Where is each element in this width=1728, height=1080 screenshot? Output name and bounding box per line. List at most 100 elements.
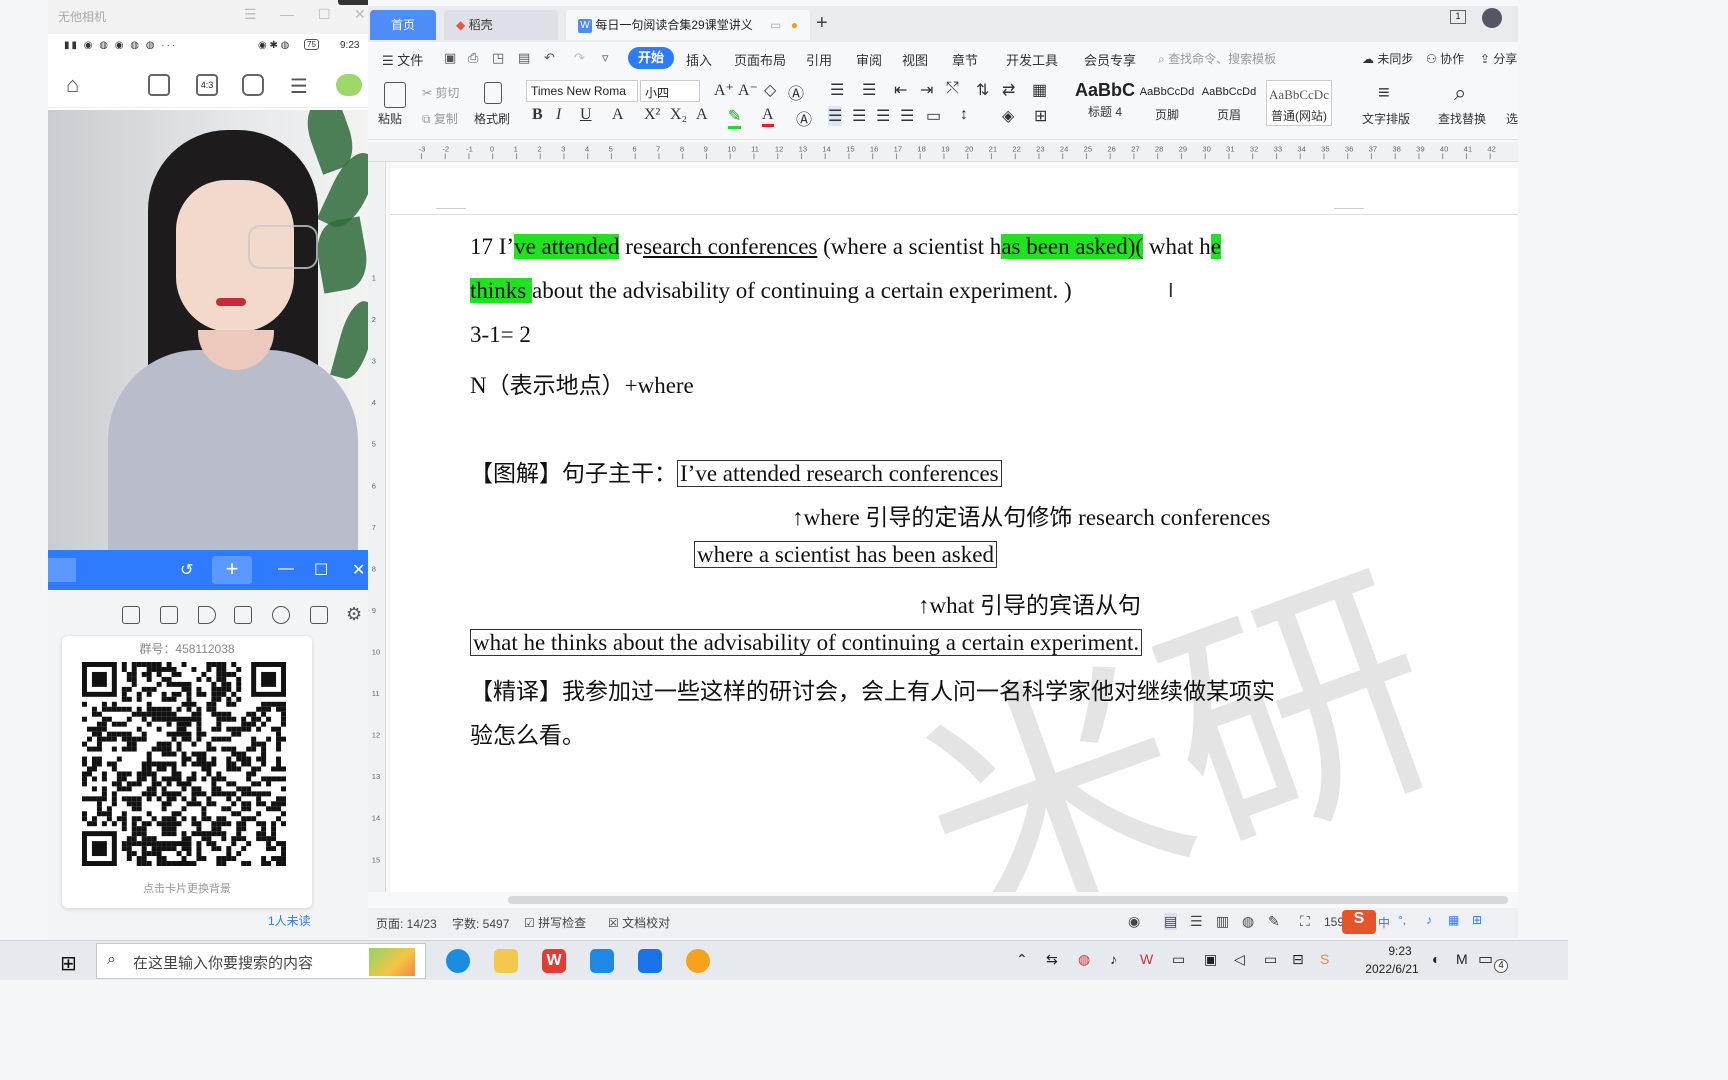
clock-date[interactable]: 2022/6/21 — [1352, 962, 1432, 976]
underline-button[interactable]: U — [580, 106, 592, 124]
menu-devtools[interactable]: 开发工具 — [1006, 50, 1058, 69]
app-orange-icon[interactable] — [686, 949, 710, 973]
group-qr-card[interactable]: 群号：458112038 点击卡片更换背景 — [62, 636, 312, 908]
chinese-layout-icon[interactable]: ⤲ — [946, 80, 959, 98]
quick-export-icon[interactable]: ▤ — [518, 50, 530, 66]
ratio-icon[interactable]: 4:3 — [196, 74, 218, 96]
write-view-icon[interactable]: ✎ — [1268, 913, 1280, 930]
align-right-icon[interactable]: ☰ — [876, 106, 890, 126]
wps-icon[interactable]: W — [542, 949, 566, 973]
style-header[interactable]: AaBbCcDd 页眉 — [1198, 80, 1260, 126]
tray-icon[interactable]: ◐ — [1432, 951, 1440, 967]
speaker-icon[interactable] — [198, 606, 216, 624]
quick-save-icon[interactable]: ▣ — [444, 50, 456, 66]
menu-view[interactable]: 视图 — [902, 50, 928, 69]
beauty-icon[interactable] — [148, 74, 170, 96]
app-arrow-icon[interactable] — [638, 949, 662, 973]
camera-titlebar[interactable]: 无他相机 ☰ — ☐ ✕ — [48, 0, 368, 34]
paste-label[interactable]: 粘贴 — [378, 110, 402, 127]
document-page[interactable]: 米研 17 I’ve attended research conferences… — [390, 168, 1518, 892]
paste-icon[interactable] — [384, 82, 406, 108]
menu-layout[interactable]: 页面布局 — [734, 50, 786, 69]
menu-start[interactable]: 开始 — [628, 47, 675, 69]
quick-print-icon[interactable]: ⎙ — [468, 50, 478, 66]
text-layout-icon[interactable]: ≡ — [1378, 82, 1390, 105]
ime-punct-icon[interactable]: °, — [1398, 913, 1406, 927]
monitor-icon[interactable]: ▭ — [770, 18, 781, 32]
table-icon[interactable]: ▦ — [1032, 80, 1047, 100]
borders-icon[interactable]: ⊞ — [1034, 106, 1047, 126]
sogou-tray-icon[interactable]: S — [1320, 951, 1329, 967]
ime-grid-icon[interactable]: ⊞ — [1472, 913, 1482, 927]
bullet-list-icon[interactable]: ☰ — [830, 80, 844, 100]
char-border-button[interactable]: Ⓐ — [796, 106, 812, 130]
tray-icon[interactable]: ⊟ — [1292, 951, 1304, 968]
header-tab[interactable] — [48, 558, 76, 582]
list-search-icon[interactable] — [310, 606, 328, 624]
align-center-icon[interactable]: ☰ — [852, 106, 866, 126]
sort-icon[interactable]: ⇅ — [976, 80, 989, 100]
subscript-button[interactable]: X₂ — [670, 106, 687, 124]
outline-view-icon[interactable]: ☰ — [1190, 913, 1203, 930]
font-family-select[interactable]: Times New Roma — [526, 80, 638, 102]
checkbox-icon[interactable] — [160, 606, 178, 624]
tray-icon[interactable]: ▣ — [1204, 951, 1217, 968]
settings-icon[interactable]: ⚙ — [346, 604, 362, 625]
proofread-button[interactable]: ☒ 文档校对 — [608, 914, 670, 931]
notification-icon[interactable]: ▭ — [1478, 949, 1493, 969]
network-icon[interactable]: ▭ — [1264, 951, 1277, 968]
italic-button[interactable]: I — [556, 106, 561, 124]
close-button[interactable]: ✕ — [354, 6, 366, 23]
home-icon[interactable]: ⌂ — [66, 72, 79, 98]
increase-indent-icon[interactable]: ⇥ — [920, 80, 933, 100]
taskbar-search[interactable]: ⌕ 在这里输入你要搜索的内容 — [96, 943, 426, 979]
history-icon[interactable]: ↺ — [180, 560, 193, 580]
battery-icon[interactable]: ▭ — [1172, 951, 1185, 968]
style-heading4[interactable]: AaBbC 标题 4 — [1074, 80, 1136, 126]
page-indicator[interactable]: 页面: 14/23 — [376, 915, 437, 932]
command-search[interactable]: ⌕ 查找命令、搜索模板 — [1158, 50, 1276, 67]
read-view-icon[interactable]: ▥ — [1216, 913, 1229, 930]
more-icon[interactable]: ▿ — [602, 50, 609, 66]
shrink-font-button[interactable]: A⁻ — [738, 80, 758, 100]
menu-reference[interactable]: 引用 — [806, 50, 832, 69]
maximize-button[interactable]: ☐ — [318, 6, 331, 23]
highlight-button[interactable]: ✎ — [728, 106, 742, 129]
pinyin-icon[interactable]: Ⓐ — [788, 80, 804, 104]
menu-member[interactable]: 会员专享 — [1084, 50, 1136, 69]
add-button[interactable]: + — [212, 556, 252, 584]
menu-review[interactable]: 审阅 — [856, 50, 882, 69]
font-size-select[interactable]: 小四 — [640, 80, 700, 102]
ime-logo-icon[interactable]: S — [1342, 910, 1376, 934]
fit-page-icon[interactable]: ⛶ — [1300, 913, 1310, 930]
ime-keyboard-icon[interactable]: ▦ — [1448, 913, 1459, 927]
shading-icon[interactable]: ◈ — [1002, 106, 1014, 126]
tab-home[interactable]: 首页 — [370, 10, 436, 40]
find-replace-label[interactable]: 查找替换 — [1438, 110, 1486, 127]
horizontal-ruler[interactable]: -3 -2 -1 0 1 2 3 4 5 6 7 8 9 10 11 12 13 14 15 16 17 18 19 20 21… — [368, 142, 1518, 162]
file-explorer-icon[interactable] — [494, 949, 518, 973]
tray-icon[interactable]: M — [1456, 951, 1468, 967]
new-tab-button[interactable]: + — [816, 12, 828, 35]
distribute-icon[interactable]: ▭ — [926, 106, 941, 126]
decrease-indent-icon[interactable]: ⇤ — [894, 80, 907, 100]
superscript-button[interactable]: X² — [644, 106, 660, 124]
eye-protect-icon[interactable]: ◉ — [1128, 913, 1140, 930]
menu-icon[interactable]: ☰ — [244, 6, 257, 23]
format-painter-icon[interactable] — [484, 82, 502, 104]
horizontal-scrollbar[interactable] — [508, 896, 1508, 904]
volume-icon[interactable]: ◁ — [1234, 951, 1245, 968]
windows-start-icon[interactable]: ⊞ — [60, 951, 77, 976]
font-color-button[interactable]: A — [762, 106, 774, 127]
camera-switch-icon[interactable] — [242, 74, 264, 96]
app-blue-icon[interactable] — [590, 949, 614, 973]
filter-icon[interactable] — [336, 74, 362, 96]
style-footer[interactable]: AaBbCcDd 页脚 — [1136, 80, 1198, 126]
web-view-icon[interactable]: ◍ — [1242, 913, 1254, 930]
tray-icon[interactable]: ⇆ — [1046, 951, 1058, 968]
folder-icon[interactable] — [234, 606, 252, 624]
quick-preview-icon[interactable]: ◳ — [492, 50, 504, 66]
menu-insert[interactable]: 插入 — [686, 50, 712, 69]
screen-icon[interactable] — [122, 606, 140, 624]
format-painter-label[interactable]: 格式刷 — [474, 110, 510, 127]
